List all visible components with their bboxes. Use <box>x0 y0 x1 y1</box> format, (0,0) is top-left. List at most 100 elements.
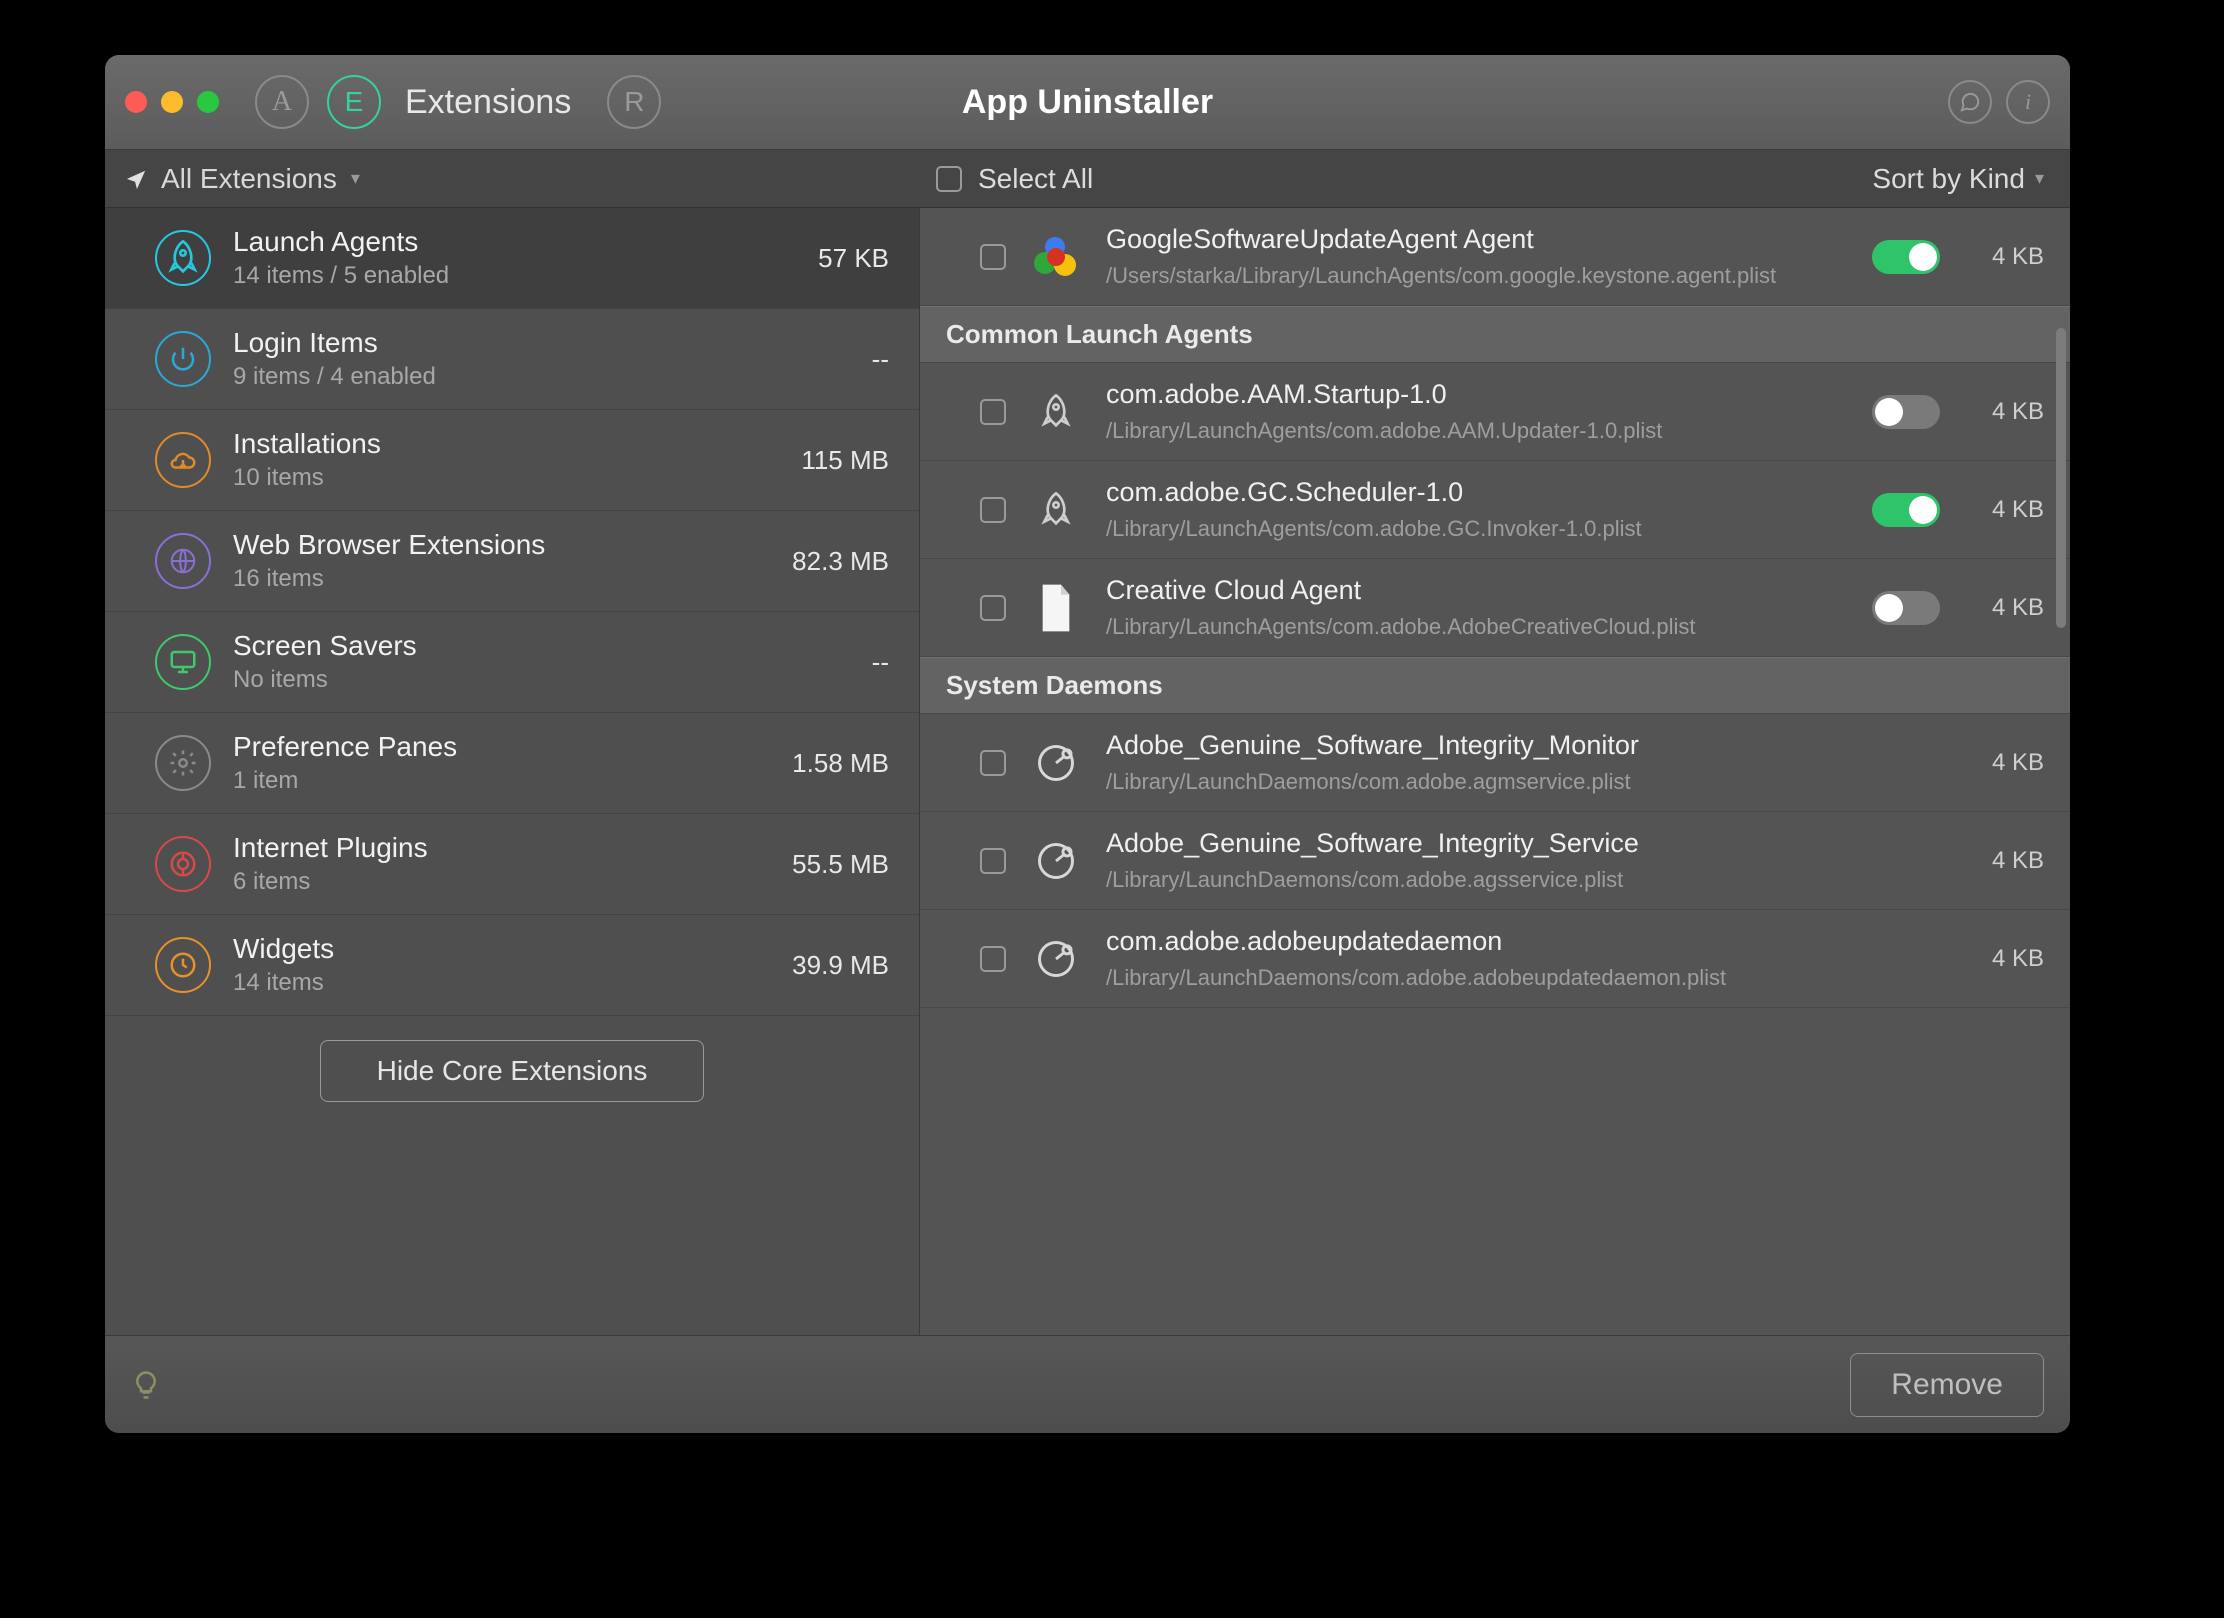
tips-bulb-icon[interactable] <box>131 1370 161 1400</box>
enable-toggle[interactable] <box>1872 240 1940 274</box>
row-path: /Library/LaunchAgents/com.adobe.AdobeCre… <box>1106 614 1848 640</box>
row-title: Adobe_Genuine_Software_Integrity_Service <box>1106 828 1940 859</box>
minimize-window-button[interactable] <box>161 91 183 113</box>
sidebar-item-title: Preference Panes <box>233 731 770 763</box>
detail-row[interactable]: Creative Cloud Agent /Library/LaunchAgen… <box>920 559 2070 657</box>
row-checkbox[interactable] <box>980 497 1006 523</box>
sidebar-item-web-ext[interactable]: Web Browser Extensions 16 items 82.3 MB <box>105 511 919 612</box>
enable-toggle[interactable] <box>1872 493 1940 527</box>
sidebar-item-sub: 1 item <box>233 767 770 795</box>
hide-core-extensions-button[interactable]: Hide Core Extensions <box>320 1040 705 1102</box>
detail-row[interactable]: com.adobe.AAM.Startup-1.0 /Library/Launc… <box>920 363 2070 461</box>
row-texts: Adobe_Genuine_Software_Integrity_Monitor… <box>1106 730 1940 795</box>
footer: Remove <box>105 1335 2070 1433</box>
window-controls <box>125 91 219 113</box>
info-icon[interactable]: i <box>2006 80 2050 124</box>
row-checkbox[interactable] <box>980 595 1006 621</box>
row-checkbox[interactable] <box>980 399 1006 425</box>
sidebar-item-texts: Installations 10 items <box>233 428 779 492</box>
sidebar-item-size: 55.5 MB <box>792 849 889 880</box>
sidebar-item-size: 57 KB <box>818 243 889 274</box>
sidebar-item-launch-agents[interactable]: Launch Agents 14 items / 5 enabled 57 KB <box>105 208 919 309</box>
scrollbar-thumb[interactable] <box>2056 328 2066 628</box>
extensions-tab-icon[interactable]: E <box>327 75 381 129</box>
rocket-icon <box>1030 484 1082 536</box>
sidebar-item-size: 115 MB <box>801 445 889 476</box>
sidebar-item-texts: Screen Savers No items <box>233 630 850 694</box>
row-title: com.adobe.GC.Scheduler-1.0 <box>1106 477 1848 508</box>
row-texts: GoogleSoftwareUpdateAgent Agent /Users/s… <box>1106 224 1848 289</box>
sidebar-item-title: Internet Plugins <box>233 832 770 864</box>
row-checkbox[interactable] <box>980 946 1006 972</box>
row-texts: com.adobe.GC.Scheduler-1.0 /Library/Laun… <box>1106 477 1848 542</box>
row-checkbox[interactable] <box>980 750 1006 776</box>
titlebar: A E Extensions R App Uninstaller i <box>105 55 2070 150</box>
sidebar-item-widgets[interactable]: Widgets 14 items 39.9 MB <box>105 915 919 1016</box>
document-icon <box>1030 582 1082 634</box>
sort-dropdown[interactable]: Sort by Kind ▾ <box>1872 163 2070 195</box>
app-window: A E Extensions R App Uninstaller i All E… <box>105 55 2070 1433</box>
row-checkbox[interactable] <box>980 244 1006 270</box>
select-all-label: Select All <box>978 163 1093 195</box>
row-size: 4 KB <box>1964 749 2044 777</box>
monitor-icon <box>155 634 211 690</box>
row-title: com.adobe.adobeupdatedaemon <box>1106 926 1940 957</box>
apps-tab-icon[interactable]: A <box>255 75 309 129</box>
filter-bar: All Extensions ▾ Select All Sort by Kind… <box>105 150 2070 208</box>
row-path: /Library/LaunchDaemons/com.adobe.agmserv… <box>1106 769 1940 795</box>
detail-row[interactable]: com.adobe.GC.Scheduler-1.0 /Library/Laun… <box>920 461 2070 559</box>
sidebar-item-installations[interactable]: Installations 10 items 115 MB <box>105 410 919 511</box>
sidebar-item-sub: 14 items / 5 enabled <box>233 262 796 290</box>
close-window-button[interactable] <box>125 91 147 113</box>
detail-section-header: System Daemons <box>920 657 2070 714</box>
widget-icon <box>155 937 211 993</box>
row-size: 4 KB <box>1964 243 2044 271</box>
location-arrow-icon <box>125 168 147 190</box>
sidebar-item-title: Installations <box>233 428 779 460</box>
detail-row[interactable]: Adobe_Genuine_Software_Integrity_Service… <box>920 812 2070 910</box>
detail-row[interactable]: Adobe_Genuine_Software_Integrity_Monitor… <box>920 714 2070 812</box>
sidebar-item-screen-savers[interactable]: Screen Savers No items -- <box>105 612 919 713</box>
chevron-down-icon: ▾ <box>351 168 360 189</box>
row-title: GoogleSoftwareUpdateAgent Agent <box>1106 224 1848 255</box>
sidebar-item-sub: 16 items <box>233 565 770 593</box>
sidebar-item-texts: Internet Plugins 6 items <box>233 832 770 896</box>
row-size: 4 KB <box>1964 496 2044 524</box>
gauge-icon <box>1030 933 1082 985</box>
remaining-tab-icon[interactable]: R <box>607 75 661 129</box>
category-sidebar: Launch Agents 14 items / 5 enabled 57 KB… <box>105 208 920 1335</box>
extensions-tab-label[interactable]: Extensions <box>405 83 571 122</box>
sidebar-item-title: Widgets <box>233 933 770 965</box>
sidebar-item-title: Web Browser Extensions <box>233 529 770 561</box>
sidebar-item-size: 1.58 MB <box>792 748 889 779</box>
zoom-window-button[interactable] <box>197 91 219 113</box>
sidebar-item-pref-panes[interactable]: Preference Panes 1 item 1.58 MB <box>105 713 919 814</box>
enable-toggle[interactable] <box>1872 395 1940 429</box>
sidebar-item-size: 39.9 MB <box>792 950 889 981</box>
gauge-icon <box>1030 835 1082 887</box>
sidebar-item-texts: Web Browser Extensions 16 items <box>233 529 770 593</box>
rocket-icon <box>1030 386 1082 438</box>
sidebar-item-internet-plugins[interactable]: Internet Plugins 6 items 55.5 MB <box>105 814 919 915</box>
globe-icon <box>155 533 211 589</box>
row-title: Creative Cloud Agent <box>1106 575 1848 606</box>
feedback-icon[interactable] <box>1948 80 1992 124</box>
sidebar-item-size: -- <box>872 344 889 375</box>
sidebar-item-login-items[interactable]: Login Items 9 items / 4 enabled -- <box>105 309 919 410</box>
sidebar-item-sub: 14 items <box>233 969 770 997</box>
row-texts: Creative Cloud Agent /Library/LaunchAgen… <box>1106 575 1848 640</box>
enable-toggle[interactable] <box>1872 591 1940 625</box>
detail-row[interactable]: com.adobe.adobeupdatedaemon /Library/Lau… <box>920 910 2070 1008</box>
remove-button[interactable]: Remove <box>1850 1353 2044 1417</box>
row-texts: Adobe_Genuine_Software_Integrity_Service… <box>1106 828 1940 893</box>
sidebar-item-texts: Widgets 14 items <box>233 933 770 997</box>
sidebar-item-title: Launch Agents <box>233 226 796 258</box>
sidebar-item-size: -- <box>872 647 889 678</box>
detail-pane: GoogleSoftwareUpdateAgent Agent /Users/s… <box>920 208 2070 1335</box>
category-filter-dropdown[interactable]: All Extensions ▾ <box>105 163 920 195</box>
select-all-checkbox[interactable] <box>936 166 962 192</box>
row-texts: com.adobe.AAM.Startup-1.0 /Library/Launc… <box>1106 379 1848 444</box>
detail-row[interactable]: GoogleSoftwareUpdateAgent Agent /Users/s… <box>920 208 2070 306</box>
gear-icon <box>155 735 211 791</box>
row-checkbox[interactable] <box>980 848 1006 874</box>
